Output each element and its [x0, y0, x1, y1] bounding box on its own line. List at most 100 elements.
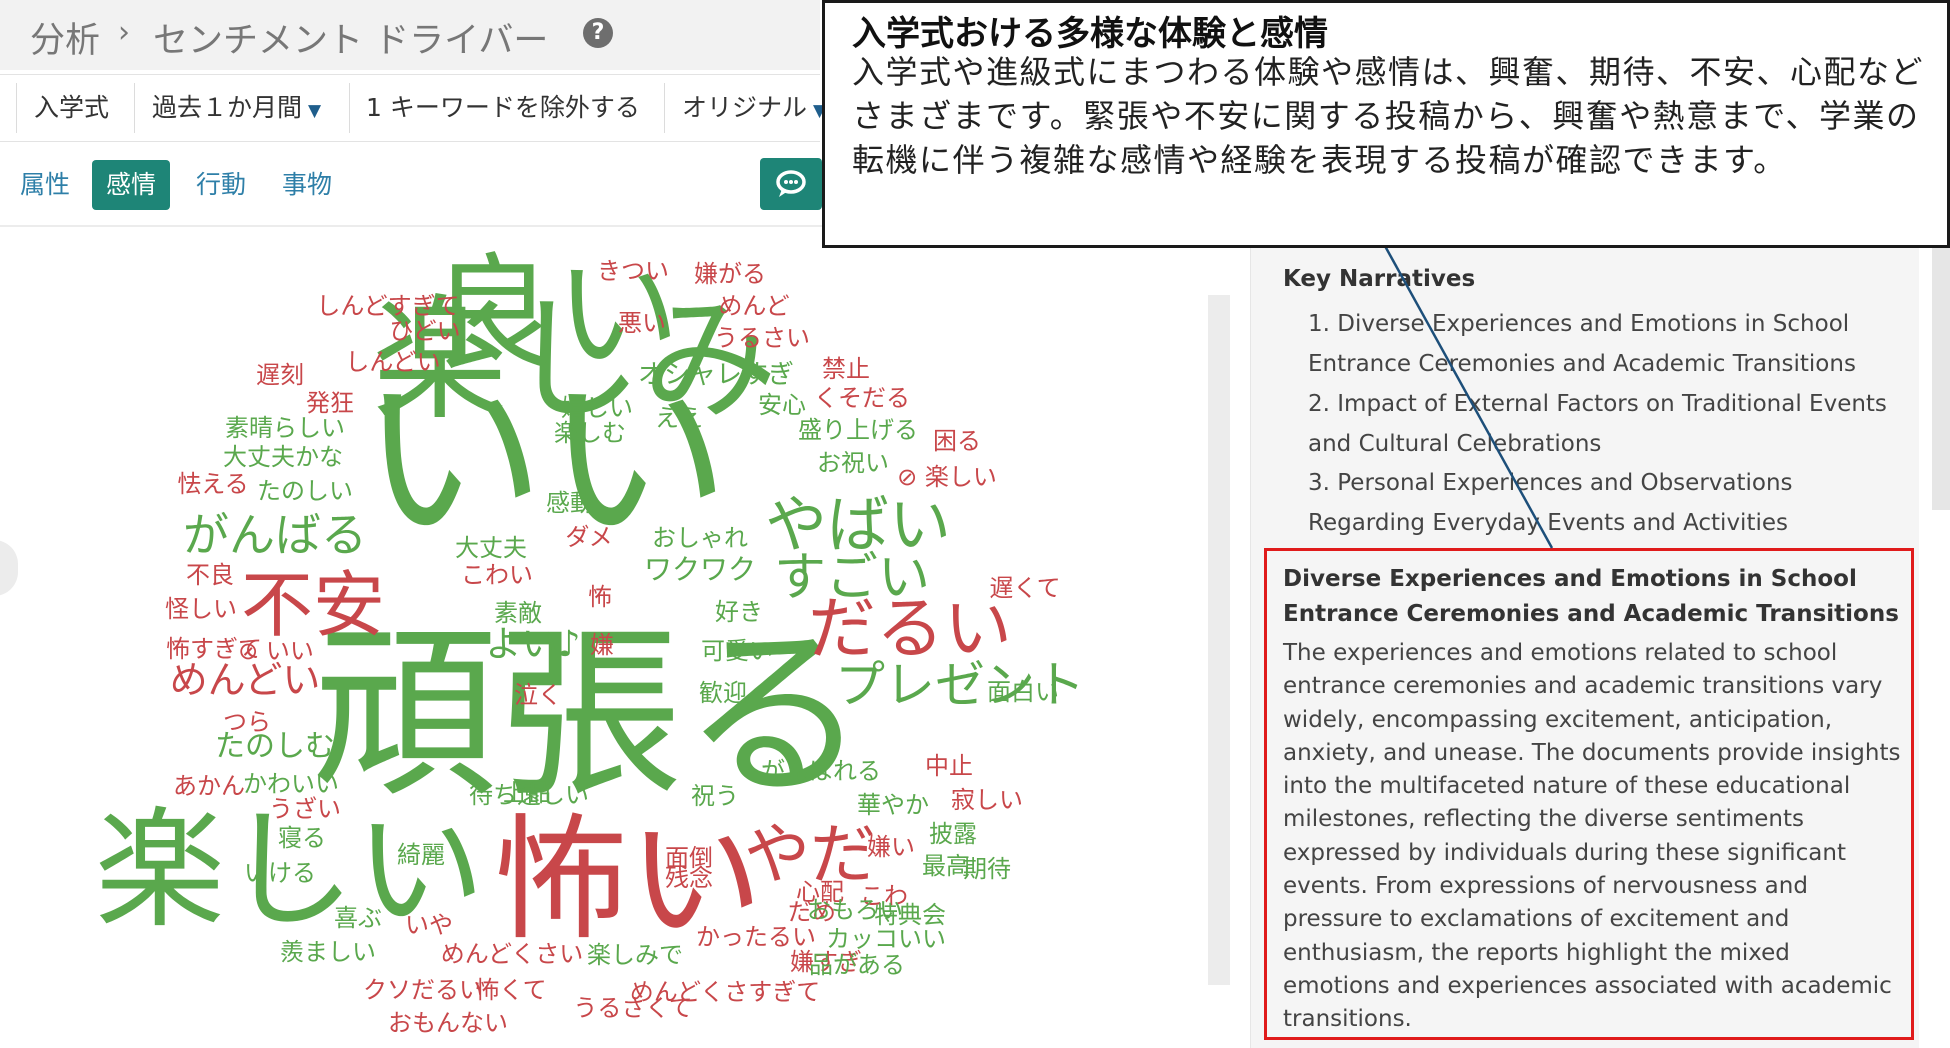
wordcloud-word[interactable]: 残念 — [665, 866, 713, 890]
wordcloud-word[interactable]: うざい — [269, 797, 341, 821]
wordcloud-word[interactable]: お祝い — [817, 451, 889, 475]
wordcloud-word[interactable]: 不安 — [241, 569, 385, 641]
wordcloud-word[interactable]: 大丈夫かな — [223, 445, 343, 469]
wordcloud-word[interactable]: くそだる — [814, 386, 910, 410]
wordcloud-word[interactable]: ワクワク — [644, 556, 756, 584]
wordcloud-word[interactable]: 発狂 — [306, 391, 354, 415]
wordcloud-word[interactable]: たのしむ — [215, 732, 335, 762]
wordcloud-word[interactable]: 素晴らしい — [225, 416, 345, 440]
wordcloud-word[interactable]: しんどい — [345, 350, 440, 374]
wordcloud-word[interactable]: 遅刻 — [256, 363, 304, 387]
wordcloud-word[interactable]: 寝る — [278, 826, 326, 850]
scrollbar[interactable] — [1208, 295, 1230, 985]
wordcloud-word[interactable]: 喜ぶ — [334, 906, 382, 930]
help-icon[interactable]: ? — [583, 18, 613, 48]
panel-scrollbar[interactable] — [1932, 240, 1950, 510]
original-dropdown[interactable]: オリジナル ▼ — [682, 75, 826, 141]
wordcloud-word[interactable]: 怪しい — [165, 597, 237, 621]
wordcloud-word[interactable]: 中止 — [925, 754, 973, 778]
wordcloud-word[interactable]: めんどい — [170, 661, 321, 699]
wordcloud-word[interactable]: こわい — [461, 563, 533, 587]
wordcloud-word[interactable]: 披露 — [929, 822, 977, 846]
wordcloud-word[interactable]: 嫌 — [590, 633, 614, 657]
wordcloud-word[interactable]: あかん — [173, 774, 245, 798]
wordcloud-word[interactable]: よい♪ — [486, 627, 581, 663]
wordcloud-word[interactable]: しんどすぎて — [316, 294, 459, 318]
wordcloud-word[interactable]: ダメ — [565, 525, 612, 549]
wordcloud-word[interactable]: 泣く — [514, 683, 562, 707]
breadcrumb-root[interactable]: 分析 — [30, 12, 100, 63]
wordcloud-word[interactable]: 困る — [933, 429, 981, 453]
narrative-item-3[interactable]: 3. Personal Experiences and Observations… — [1308, 463, 1888, 543]
narrative-item-1[interactable]: 1. Diverse Experiences and Emotions in S… — [1308, 304, 1888, 384]
wordcloud-word[interactable]: 禁止 — [822, 357, 870, 381]
narrative-detail-body: The experiences and emotions related to … — [1283, 640, 1901, 1033]
wordcloud-word[interactable]: 綺麗 — [397, 843, 445, 867]
wordcloud-word[interactable]: きつい — [597, 259, 669, 283]
original-label: オリジナル — [682, 93, 808, 122]
tab-behavior[interactable]: 行動 — [182, 160, 260, 210]
wordcloud-word[interactable]: おしゃれ — [652, 526, 748, 550]
wordcloud-word[interactable]: 華やか — [857, 793, 929, 817]
wordcloud-word[interactable]: やばい — [765, 494, 951, 556]
wordcloud-word[interactable]: うるさい — [714, 326, 810, 350]
wordcloud-word[interactable]: ええ — [655, 406, 703, 430]
wordcloud-word[interactable]: おもんない — [388, 1011, 508, 1035]
callout-title: 入学式おける多様な体験と感情 — [852, 14, 1328, 54]
wordcloud-word[interactable]: いや — [405, 913, 453, 937]
wordcloud-word[interactable]: 不良 — [186, 563, 234, 587]
wordcloud-word[interactable]: 面白い — [987, 680, 1059, 704]
wordcloud-word[interactable]: 期待 — [963, 857, 1011, 881]
wordcloud-word[interactable]: 遅くて — [989, 576, 1060, 600]
wordcloud-word[interactable]: 大丈夫 — [455, 536, 527, 560]
wordcloud-word[interactable]: めんどくさい — [441, 942, 584, 966]
wordcloud-word[interactable]: 怯える — [177, 472, 248, 496]
exclude-keyword-button[interactable]: 1 キーワードを除外する — [366, 75, 640, 141]
wordcloud-word[interactable]: いける — [244, 861, 316, 885]
period-dropdown[interactable]: 過去１か月間 ▼ — [152, 75, 321, 141]
wordcloud-word[interactable]: 特典会 — [874, 903, 946, 927]
wordcloud-word[interactable]: たのしい — [257, 479, 353, 503]
wordcloud-word[interactable]: 寂しい — [951, 788, 1023, 812]
wordcloud-word[interactable]: 最高 — [922, 854, 970, 878]
tab-emotions[interactable]: 感情 — [92, 160, 171, 210]
wordcloud-word[interactable]: ⊘ いい — [238, 639, 314, 663]
wordcloud-word[interactable]: 感動 — [546, 491, 594, 515]
wordcloud-word[interactable]: 怖 — [588, 585, 612, 609]
chat-button[interactable] — [760, 158, 822, 210]
wordcloud-word[interactable]: ひどい — [389, 319, 460, 343]
topic-filter[interactable]: 入学式 — [34, 75, 109, 141]
wordcloud-word[interactable]: 嫌がる — [694, 262, 766, 286]
filter-bar: 入学式 過去１か月間 ▼ 1 キーワードを除外する オリジナル ▼ — [0, 74, 826, 142]
wordcloud-word[interactable]: うるさくて — [573, 996, 692, 1020]
wordcloud-word[interactable]: 嫌い — [867, 835, 915, 859]
tab-objects[interactable]: 事物 — [268, 160, 346, 210]
wordcloud-word[interactable]: 楽しむ — [554, 421, 626, 445]
narrative-item-2[interactable]: 2. Impact of External Factors on Traditi… — [1308, 384, 1888, 464]
wordcloud-word[interactable]: 祝う — [691, 784, 739, 808]
wordcloud-word[interactable]: 安心 — [758, 393, 806, 417]
wordcloud-word[interactable]: 羨ましい — [280, 940, 376, 964]
wordcloud-word[interactable]: 怖くて — [475, 978, 546, 1002]
wordcloud-word[interactable]: かったるい — [696, 925, 816, 949]
tab-attributes[interactable]: 属性 — [6, 160, 84, 210]
wordcloud-word[interactable]: クソだるい — [363, 978, 483, 1002]
wordcloud-word[interactable]: 上品 — [503, 781, 551, 805]
wordcloud-word[interactable]: 楽しみで — [587, 943, 683, 967]
wordcloud-word[interactable]: 品がある — [809, 953, 905, 977]
wordcloud-word[interactable]: めんど — [718, 294, 789, 318]
wordcloud-word[interactable]: がんばれる — [761, 759, 881, 783]
wordcloud-word[interactable]: 可愛い — [701, 639, 773, 663]
wordcloud-word[interactable]: オシャレすぎ — [638, 362, 794, 388]
wordcloud-word[interactable]: 素敵 — [494, 601, 542, 625]
wordcloud-word[interactable]: つら — [223, 710, 271, 734]
wordcloud-word[interactable]: かわいい — [243, 772, 339, 796]
wordcloud-word[interactable]: がんばる — [183, 512, 367, 558]
wordcloud-word[interactable]: 盛り上げる — [798, 418, 918, 442]
wordcloud-word[interactable]: すごい — [774, 552, 930, 604]
wordcloud-word[interactable]: 好き — [715, 600, 763, 624]
wordcloud-word[interactable]: ⊘ 楽しい — [897, 465, 997, 489]
wordcloud-word[interactable]: 悪い — [618, 311, 666, 335]
wordcloud-word[interactable]: 歓迎 — [699, 681, 747, 705]
wordcloud-word[interactable]: 嬉しい — [561, 396, 633, 420]
